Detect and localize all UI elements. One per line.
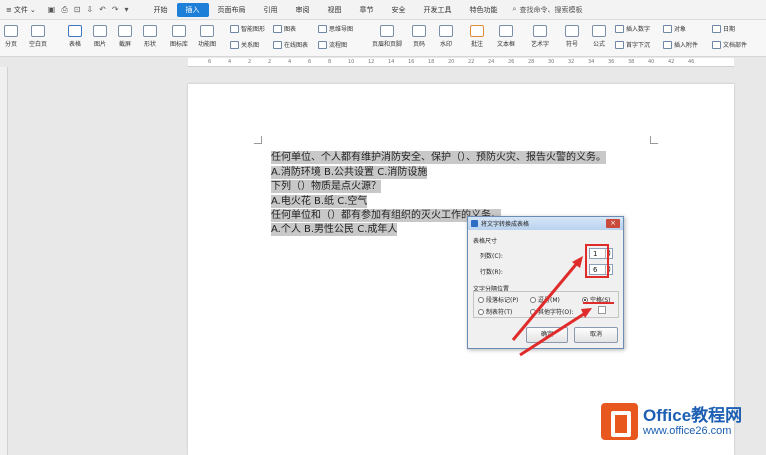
annotation-arrows [511,256,614,357]
office-logo-icon [601,403,638,440]
watermark-url: www.office26.com [643,424,732,437]
office-logo-watermark: Office教程网 www.office26.com [601,403,742,440]
arrow-to-spinner [511,261,580,341]
watermark-title: Office教程网 [643,405,743,425]
